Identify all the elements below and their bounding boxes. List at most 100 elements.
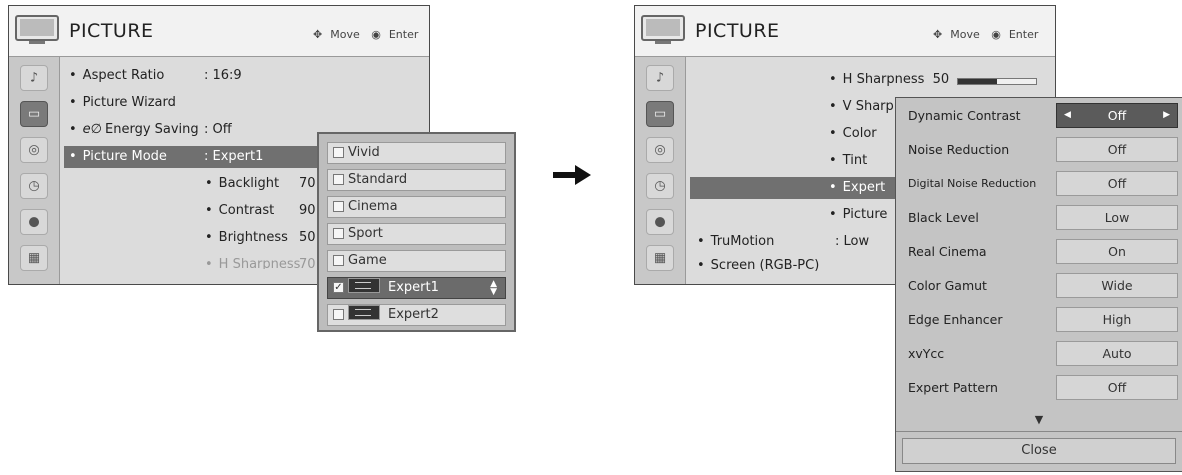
menu-item-picture-wizard[interactable]: • Picture Wizard (69, 95, 176, 110)
h-sharpness-label: H Sharpness (842, 72, 925, 87)
sidebar-item-picture[interactable]: ▭ (20, 101, 48, 127)
speaker-icon: ♪ (29, 70, 39, 86)
menu-item-backlight[interactable]: • Backlight (205, 176, 279, 191)
mode-option-expert2[interactable]: Expert2 (327, 304, 506, 326)
sidebar-item-lock[interactable]: ● (20, 209, 48, 235)
sidebar-item-lock[interactable]: ● (646, 209, 674, 235)
picture-mode-label: Picture Mode (82, 149, 167, 164)
mode-option-game[interactable]: Game (327, 250, 506, 272)
setting-value-box[interactable]: Off (1056, 171, 1178, 196)
h-sharpness-value: 50 (932, 72, 950, 87)
checkbox-icon (333, 174, 344, 185)
scroll-down-icon[interactable]: ▼ (896, 413, 1182, 426)
mode-option-expert1[interactable]: ✓ Expert1 ▲ ▼ (327, 277, 506, 299)
close-button[interactable]: Close (902, 438, 1176, 464)
right-arrow-icon[interactable]: ▶ (1163, 104, 1170, 127)
mode-option-cinema[interactable]: Cinema (327, 196, 506, 218)
setting-value-box[interactable]: On (1056, 239, 1178, 264)
menu-item-trumotion[interactable]: • TruMotion (697, 234, 774, 249)
sidebar-item-audio[interactable]: ♪ (646, 65, 674, 91)
aspect-ratio-value: : 16:9 (204, 68, 242, 83)
picture-mode-value: : Expert1 (204, 149, 264, 164)
tint-label: Tint (842, 153, 868, 168)
h-sharpness-slider-fill (958, 79, 997, 84)
mode-option-standard[interactable]: Standard (327, 169, 506, 191)
sidebar-item-option[interactable]: ▦ (20, 245, 48, 271)
mode-option-label: Game (348, 253, 387, 268)
aspect-ratio-label: Aspect Ratio (82, 68, 165, 83)
menu-item-color[interactable]: • Color (829, 126, 877, 141)
checkbox-icon (333, 147, 344, 158)
menu-item-screen-rgb-pc[interactable]: • Screen (RGB-PC) (697, 258, 819, 273)
isf-logo-icon (348, 305, 380, 320)
menu-item-h-sharpness[interactable]: • H Sharpness 50 (829, 72, 949, 87)
setting-value-box[interactable]: Auto (1056, 341, 1178, 366)
checked-checkbox-icon: ✓ (333, 282, 344, 293)
setting-value-box[interactable]: Low (1056, 205, 1178, 230)
menu-item-energy-saving[interactable]: • e∅ Energy Saving (69, 122, 199, 137)
setting-value: Off (1107, 380, 1127, 395)
setting-value-box[interactable]: High (1056, 307, 1178, 332)
setting-label: Expert Pattern (908, 380, 998, 395)
setting-value: Off (1107, 142, 1127, 157)
menu-item-expert-control[interactable]: • Expert (829, 180, 885, 195)
sidebar-item-time[interactable]: ◷ (20, 173, 48, 199)
backlight-value: 70 (299, 176, 316, 191)
category-sidebar: ♪ ▭ ◎ ◷ ● ▦ (635, 57, 686, 284)
enter-hint-label: Enter (388, 28, 419, 41)
menu-header: PICTURE ✥ Move ◉ Enter (9, 6, 429, 57)
expert-row-color-gamut[interactable]: Color Gamut Wide (902, 272, 1178, 299)
menu-item-h-sharpness[interactable]: • H Sharpness (205, 257, 300, 269)
menu-item-brightness[interactable]: • Brightness (205, 230, 288, 245)
setting-value-box[interactable]: Off (1056, 137, 1178, 162)
checkbox-icon (333, 255, 344, 266)
menu-item-picture-mode[interactable]: • Picture Mode (69, 149, 167, 164)
expert-settings-panel: Dynamic Contrast ◀ Off ▶ Noise Reduction… (895, 97, 1182, 472)
sidebar-item-setup[interactable]: ◎ (20, 137, 48, 163)
expert-row-xvycc[interactable]: xvYcc Auto (902, 340, 1178, 367)
trumotion-value: : Low (835, 234, 870, 249)
setting-label: Black Level (908, 210, 979, 225)
picture-icon: ▭ (653, 106, 667, 122)
setting-label: Noise Reduction (908, 142, 1010, 157)
lock-icon: ● (28, 214, 40, 230)
isf-logo-icon (348, 278, 380, 293)
expert-row-dynamic-contrast[interactable]: Dynamic Contrast ◀ Off ▶ (902, 102, 1178, 129)
move-hint-label: Move (330, 28, 360, 41)
menu-item-contrast[interactable]: • Contrast (205, 203, 274, 218)
menu-item-aspect-ratio[interactable]: • Aspect Ratio (69, 68, 164, 83)
mode-option-vivid[interactable]: Vivid (327, 142, 506, 164)
move-icon: ✥ (933, 28, 943, 41)
menu-item-v-sharpness[interactable]: • V Sharp (829, 99, 894, 114)
expert-row-digital-noise-reduction[interactable]: Digital Noise Reduction Off (902, 170, 1178, 197)
setting-label: xvYcc (908, 346, 945, 361)
lock-icon: ● (654, 214, 666, 230)
setting-value: On (1108, 244, 1126, 259)
expert-row-noise-reduction[interactable]: Noise Reduction Off (902, 136, 1178, 163)
expert-row-black-level[interactable]: Black Level Low (902, 204, 1178, 231)
left-arrow-icon[interactable]: ◀ (1064, 104, 1071, 127)
tv-icon (641, 15, 685, 44)
expert-row-expert-pattern[interactable]: Expert Pattern Off (902, 374, 1178, 401)
setting-value-box[interactable]: Wide (1056, 273, 1178, 298)
trumotion-label: TruMotion (710, 234, 775, 249)
h-sharpness-slider[interactable] (957, 78, 1037, 85)
sidebar-item-option[interactable]: ▦ (646, 245, 674, 271)
mode-option-sport[interactable]: Sport (327, 223, 506, 245)
sidebar-item-setup[interactable]: ◎ (646, 137, 674, 163)
menu-item-picture-reset[interactable]: • Picture (829, 207, 887, 222)
sidebar-item-picture[interactable]: ▭ (646, 101, 674, 127)
clock-icon: ◷ (28, 178, 40, 194)
brightness-label: Brightness (218, 230, 288, 245)
setting-value-box[interactable]: Off (1056, 375, 1178, 400)
setting-value-selector[interactable]: ◀ Off ▶ (1056, 103, 1178, 128)
expert-row-edge-enhancer[interactable]: Edge Enhancer High (902, 306, 1178, 333)
sidebar-item-time[interactable]: ◷ (646, 173, 674, 199)
checkbox-icon (333, 228, 344, 239)
backlight-label: Backlight (218, 176, 280, 191)
menu-item-tint[interactable]: • Tint (829, 153, 867, 168)
expert-row-real-cinema[interactable]: Real Cinema On (902, 238, 1178, 265)
sidebar-item-audio[interactable]: ♪ (20, 65, 48, 91)
h-sharpness-value: 70 (299, 257, 316, 269)
picture-wizard-label: Picture Wizard (82, 95, 176, 110)
